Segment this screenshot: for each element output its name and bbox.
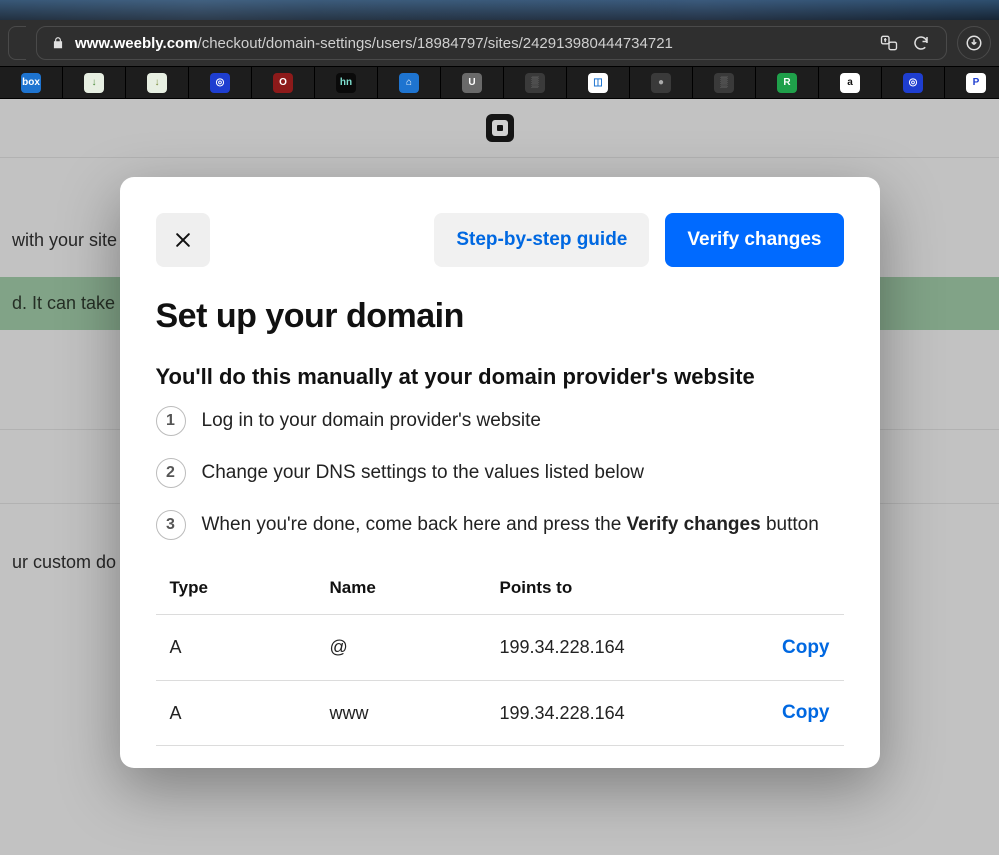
favicon: ◎ [903,73,923,93]
window-titlebar [0,0,999,20]
favicon: ◎ [210,73,230,93]
dns-record-row: Awww199.34.228.164Copy [156,680,844,746]
favorite-item[interactable]: ● [630,67,693,98]
favorite-item[interactable]: ▒ [504,67,567,98]
close-icon [173,230,193,250]
favorite-item[interactable]: U [441,67,504,98]
url-text: www.weebly.com/checkout/domain-settings/… [75,35,673,52]
close-button[interactable] [156,213,210,267]
sidebar-toggle[interactable] [8,26,26,60]
favicon: a [840,73,860,93]
dns-name: www [330,703,500,724]
favorite-item[interactable]: R [756,67,819,98]
step-by-step-guide-button[interactable]: Step-by-step guide [434,213,649,267]
favicon: ▒ [714,73,734,93]
modal-subtitle: You'll do this manually at your domain p… [156,364,844,390]
address-bar-row: www.weebly.com/checkout/domain-settings/… [0,20,999,66]
step-number: 3 [156,510,186,540]
favicon: hn [336,73,356,93]
favorites-bar: box ↓ ↓ ◎ Ohn ⌂ U ▒ ◫ ● ▒ Ra ◎ P [0,66,999,99]
address-bar[interactable]: www.weebly.com/checkout/domain-settings/… [36,26,947,60]
domain-setup-modal: Step-by-step guide Verify changes Set up… [120,177,880,768]
step-item: 2 Change your DNS settings to the values … [156,458,844,488]
favicon: ⌂ [399,73,419,93]
dns-record-row: A@199.34.228.164Copy [156,614,844,680]
col-type: Type [170,578,330,598]
favicon: O [273,73,293,93]
modal-overlay: Step-by-step guide Verify changes Set up… [0,99,999,855]
favicon: ● [651,73,671,93]
favorite-item[interactable]: O [252,67,315,98]
favicon: R [777,73,797,93]
favicon: P [966,73,986,93]
dns-name: @ [330,637,500,658]
modal-title: Set up your domain [156,297,844,336]
steps-list: 1 Log in to your domain provider's websit… [156,406,844,540]
copy-button[interactable]: Copy [740,637,830,659]
favorite-item[interactable]: ◎ [189,67,252,98]
translate-icon[interactable] [878,32,900,54]
step-number: 1 [156,406,186,436]
favorite-item[interactable]: box [0,67,63,98]
favicon: box [21,73,41,93]
favorite-item[interactable]: hn [315,67,378,98]
step-item: 1 Log in to your domain provider's websit… [156,406,844,436]
favorite-item[interactable]: ◎ [882,67,945,98]
favorite-item[interactable]: ◫ [567,67,630,98]
step-item: 3 When you're done, come back here and pr… [156,510,844,540]
favicon: U [462,73,482,93]
dns-type: A [170,637,330,658]
modal-header: Step-by-step guide Verify changes [156,213,844,267]
favorite-item[interactable]: ▒ [693,67,756,98]
favorite-item[interactable]: ↓ [63,67,126,98]
lock-icon [51,36,65,50]
copy-button[interactable]: Copy [740,702,830,724]
dns-type: A [170,703,330,724]
favicon: ◫ [588,73,608,93]
step-text: Change your DNS settings to the values l… [202,462,645,484]
col-name: Name [330,578,500,598]
dns-points: 199.34.228.164 [500,637,740,658]
step-text: When you're done, come back here and pre… [202,514,819,536]
verify-changes-button[interactable]: Verify changes [665,213,843,267]
reload-icon[interactable] [910,32,932,54]
page-background: with your site d. It can take ur custom … [0,99,999,855]
dns-table-header: Type Name Points to [156,578,844,614]
dns-points: 199.34.228.164 [500,703,740,724]
dns-table: Type Name Points to A@199.34.228.164Copy… [156,578,844,746]
favicon: ↓ [84,73,104,93]
step-number: 2 [156,458,186,488]
favicon: ▒ [525,73,545,93]
favorite-item[interactable]: ↓ [126,67,189,98]
downloads-button[interactable] [957,26,991,60]
col-points-to: Points to [500,578,740,598]
favorite-item[interactable]: P [945,67,999,98]
browser-chrome: www.weebly.com/checkout/domain-settings/… [0,0,999,99]
favorite-item[interactable]: a [819,67,882,98]
favicon: ↓ [147,73,167,93]
step-text: Log in to your domain provider's website [202,410,541,432]
favorite-item[interactable]: ⌂ [378,67,441,98]
